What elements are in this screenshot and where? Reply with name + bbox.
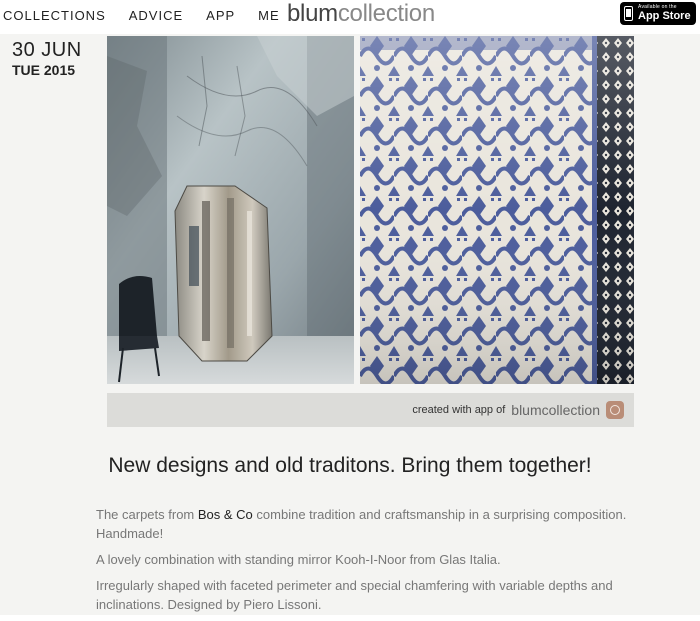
credit-brand[interactable]: blumcollection (511, 402, 600, 418)
date-day-month: 30 JUN (12, 39, 82, 61)
bos-co-link[interactable]: Bos & Co (198, 507, 253, 522)
credit-label: created with app of (412, 404, 506, 416)
top-navigation-bar: COLLECTIONS ADVICE APP ME blumcollection… (0, 0, 700, 34)
site-logo[interactable]: blumcollection (287, 0, 435, 28)
logo-part-blum: blum (287, 0, 338, 27)
nav-me[interactable]: ME (258, 9, 280, 23)
phone-icon (624, 6, 633, 21)
nav-collections[interactable]: COLLECTIONS (3, 9, 106, 23)
post-date: 30 JUN TUE 2015 (12, 40, 82, 79)
app-logo-icon[interactable] (606, 401, 624, 419)
mirror-photo-image (107, 36, 354, 384)
date-weekday-year: TUE 2015 (12, 62, 76, 78)
app-store-big-text: App Store (638, 10, 691, 22)
paragraph-3: Irregularly shaped with faceted perimete… (96, 578, 613, 612)
main-nav: COLLECTIONS ADVICE APP ME (3, 9, 303, 23)
carpet-photo-image (360, 36, 634, 384)
article-headline: New designs and old traditons. Bring the… (108, 454, 592, 477)
article-body: The carpets from Bos & Co combine tradit… (96, 505, 636, 621)
mirror-photo[interactable] (107, 36, 354, 384)
paragraph-1: The carpets from Bos & Co combine tradit… (96, 505, 636, 543)
credit-bar: created with app of blumcollection (107, 393, 634, 427)
nav-advice[interactable]: ADVICE (129, 9, 183, 23)
paragraph-2: A lovely combination with standing mirro… (96, 552, 501, 567)
app-store-badge[interactable]: Available on the App Store (620, 2, 696, 25)
paragraph-1-text-a: The carpets from (96, 507, 198, 522)
nav-app[interactable]: APP (206, 9, 235, 23)
carpet-photo[interactable] (360, 36, 634, 384)
logo-part-collection: collection (337, 0, 435, 27)
